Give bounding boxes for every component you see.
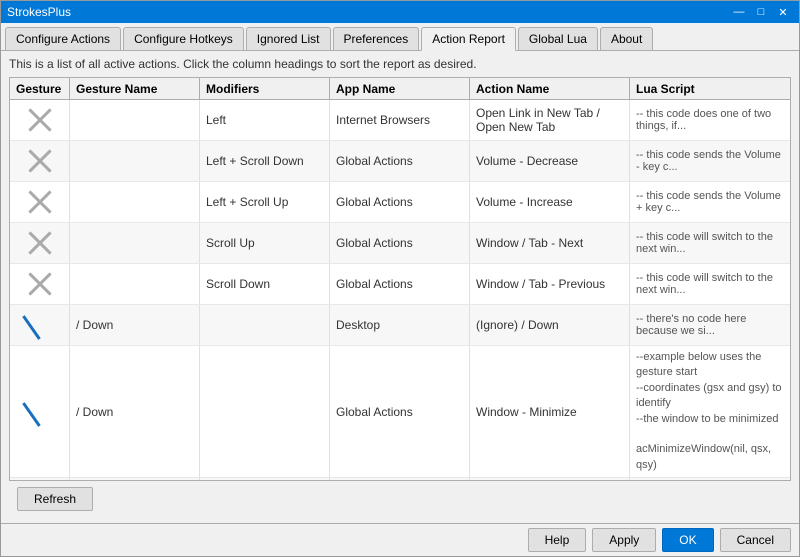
refresh-button[interactable]: Refresh — [17, 487, 93, 511]
col-gesture[interactable]: Gesture — [10, 78, 70, 99]
bottom-bar: Refresh — [9, 481, 791, 517]
footer-buttons: Help Apply OK Cancel — [1, 523, 799, 556]
modifiers-6 — [200, 346, 330, 477]
help-button[interactable]: Help — [528, 528, 587, 552]
lua-script-2: -- this code sends the Volume + key c... — [630, 182, 790, 222]
lua-script-4: -- this code will switch to the next win… — [630, 264, 790, 304]
app-name-0: Internet Browsers — [330, 100, 470, 140]
tab-bar: Configure Actions Configure Hotkeys Igno… — [1, 23, 799, 51]
col-gesture-name[interactable]: Gesture Name — [70, 78, 200, 99]
action-name-6: Window - Minimize — [470, 346, 630, 477]
gesture-icon-1 — [10, 141, 70, 181]
gesture-icon-6 — [10, 346, 70, 477]
gesture-name-1 — [70, 141, 200, 181]
modifiers-3: Scroll Up — [200, 223, 330, 263]
modifiers-0: Left — [200, 100, 330, 140]
x-gesture-icon — [24, 227, 56, 259]
lua-script-0: -- this code does one of two things, if.… — [630, 100, 790, 140]
tab-ignored-list[interactable]: Ignored List — [246, 27, 331, 50]
table-row: Left Internet Browsers Open Link in New … — [10, 100, 790, 141]
action-name-1: Volume - Decrease — [470, 141, 630, 181]
col-modifiers[interactable]: Modifiers — [200, 78, 330, 99]
gesture-icon-7 — [10, 478, 70, 480]
x-gesture-icon — [24, 268, 56, 300]
table-header: Gesture Gesture Name Modifiers App Name … — [10, 78, 790, 100]
maximize-button[interactable]: □ — [751, 4, 771, 20]
action-name-7: (Ignore) / Up — [470, 478, 630, 480]
gesture-name-2 — [70, 182, 200, 222]
gesture-name-0 — [70, 100, 200, 140]
action-name-5: (Ignore) / Down — [470, 305, 630, 345]
app-title: StrokesPlus — [7, 5, 71, 19]
modifiers-4: Scroll Down — [200, 264, 330, 304]
slash-up-icon — [24, 309, 56, 341]
slash-up-icon — [24, 396, 56, 428]
gesture-name-6: / Down — [70, 346, 200, 477]
gesture-icon-5 — [10, 305, 70, 345]
table-row: / Down Desktop (Ignore) / Down -- there'… — [10, 305, 790, 346]
lua-script-6: --example below uses the gesture start -… — [630, 346, 790, 477]
title-bar: StrokesPlus — □ ✕ — [1, 1, 799, 23]
app-name-6: Global Actions — [330, 346, 470, 477]
gesture-icon-3 — [10, 223, 70, 263]
title-bar-title: StrokesPlus — [7, 5, 71, 19]
app-name-7: Desktop — [330, 478, 470, 480]
table-row: Left + Scroll Down Global Actions Volume… — [10, 141, 790, 182]
apply-button[interactable]: Apply — [592, 528, 656, 552]
table-row: / Up Desktop (Ignore) / Up -- there's no… — [10, 478, 790, 480]
modifiers-5 — [200, 305, 330, 345]
tab-configure-hotkeys[interactable]: Configure Hotkeys — [123, 27, 244, 50]
slash-line — [22, 315, 41, 340]
content-area: This is a list of all active actions. Cl… — [1, 51, 799, 523]
gesture-name-7: / Up — [70, 478, 200, 480]
cancel-button[interactable]: Cancel — [720, 528, 791, 552]
app-name-1: Global Actions — [330, 141, 470, 181]
lua-script-7: -- there's no code here because we si... — [630, 478, 790, 480]
col-lua-script[interactable]: Lua Script — [630, 78, 790, 99]
tab-global-lua[interactable]: Global Lua — [518, 27, 598, 50]
table-row: Scroll Up Global Actions Window / Tab - … — [10, 223, 790, 264]
app-name-2: Global Actions — [330, 182, 470, 222]
x-gesture-icon — [24, 145, 56, 177]
action-name-0: Open Link in New Tab / Open New Tab — [470, 100, 630, 140]
tab-configure-actions[interactable]: Configure Actions — [5, 27, 121, 50]
gesture-name-5: / Down — [70, 305, 200, 345]
tab-action-report[interactable]: Action Report — [421, 27, 516, 51]
app-name-4: Global Actions — [330, 264, 470, 304]
gesture-icon-0 — [10, 100, 70, 140]
table-body[interactable]: Left Internet Browsers Open Link in New … — [10, 100, 790, 480]
table-row: Scroll Down Global Actions Window / Tab … — [10, 264, 790, 305]
tab-about[interactable]: About — [600, 27, 653, 50]
slash-line — [22, 402, 41, 427]
x-gesture-icon — [24, 104, 56, 136]
gesture-name-4 — [70, 264, 200, 304]
modifiers-2: Left + Scroll Up — [200, 182, 330, 222]
minimize-button[interactable]: — — [729, 4, 749, 20]
description-text: This is a list of all active actions. Cl… — [9, 57, 791, 71]
x-gesture-icon — [24, 186, 56, 218]
lua-script-1: -- this code sends the Volume - key c... — [630, 141, 790, 181]
action-name-2: Volume - Increase — [470, 182, 630, 222]
tab-preferences[interactable]: Preferences — [333, 27, 420, 50]
main-window: StrokesPlus — □ ✕ Configure Actions Conf… — [0, 0, 800, 557]
action-name-4: Window / Tab - Previous — [470, 264, 630, 304]
title-bar-controls: — □ ✕ — [729, 4, 793, 20]
gesture-name-3 — [70, 223, 200, 263]
col-action-name[interactable]: Action Name — [470, 78, 630, 99]
gesture-icon-4 — [10, 264, 70, 304]
action-name-3: Window / Tab - Next — [470, 223, 630, 263]
ok-button[interactable]: OK — [662, 528, 713, 552]
modifiers-7 — [200, 478, 330, 480]
close-button[interactable]: ✕ — [773, 4, 793, 20]
gesture-icon-2 — [10, 182, 70, 222]
table-row: / Down Global Actions Window - Minimize … — [10, 346, 790, 478]
col-app-name[interactable]: App Name — [330, 78, 470, 99]
table-row: Left + Scroll Up Global Actions Volume -… — [10, 182, 790, 223]
lua-script-3: -- this code will switch to the next win… — [630, 223, 790, 263]
lua-script-5: -- there's no code here because we si... — [630, 305, 790, 345]
action-report-table: Gesture Gesture Name Modifiers App Name … — [9, 77, 791, 481]
modifiers-1: Left + Scroll Down — [200, 141, 330, 181]
app-name-3: Global Actions — [330, 223, 470, 263]
app-name-5: Desktop — [330, 305, 470, 345]
